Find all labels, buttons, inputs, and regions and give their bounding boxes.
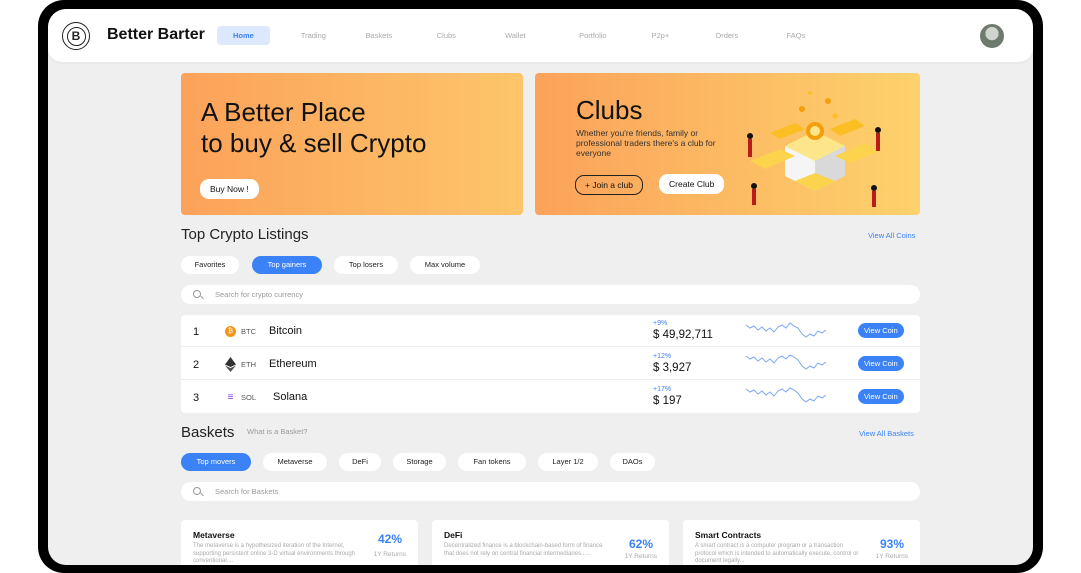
nav-item-faqs[interactable]: FAQs bbox=[780, 31, 812, 40]
coin-name-cell: Ethereum bbox=[269, 358, 317, 370]
table-row[interactable]: 3 ≡ SOL Solana +17% $ 197 View Coin bbox=[181, 381, 920, 413]
create-club-button[interactable]: Create Club bbox=[659, 174, 725, 194]
basket-card-metaverse[interactable]: Metaverse The metaverse is a hypothesize… bbox=[181, 520, 418, 565]
clubs-illustration-icon bbox=[747, 91, 881, 207]
sparkline-chart-icon bbox=[746, 354, 826, 370]
change-cell: +9% bbox=[653, 320, 668, 327]
basket-search[interactable]: Search for Baskets bbox=[181, 482, 920, 501]
rank-cell: 3 bbox=[193, 392, 200, 404]
basket-card-defi[interactable]: DeFi Decentralized finance is a blockcha… bbox=[432, 520, 669, 565]
nav-item-trading[interactable]: Trading bbox=[270, 31, 357, 40]
coin-name-cell: Solana bbox=[273, 391, 308, 403]
card-title: DeFi bbox=[444, 530, 463, 540]
card-returns-label: 1Y Returns bbox=[373, 551, 406, 558]
view-all-baskets-link[interactable]: View All Baskets bbox=[859, 429, 914, 438]
card-returns-label: 1Y Returns bbox=[875, 553, 908, 560]
logo-icon[interactable]: B bbox=[62, 22, 90, 50]
app-screen: B Better Barter Home Trading Baskets Clu… bbox=[48, 9, 1033, 565]
nav-item-clubs[interactable]: Clubs bbox=[401, 31, 492, 40]
search-icon bbox=[193, 487, 201, 495]
nav-item-home[interactable]: Home bbox=[217, 26, 270, 45]
symbol-cell: ETH bbox=[241, 360, 256, 369]
hero-title: A Better Place to buy & sell Crypto bbox=[201, 97, 501, 159]
card-description: Decentralized finance is a blockchain-ba… bbox=[444, 543, 603, 557]
card-title: Smart Contracts bbox=[695, 530, 762, 540]
top-navbar: B Better Barter Home Trading Baskets Clu… bbox=[48, 9, 1033, 62]
hero-banner: A Better Place to buy & sell Crypto Buy … bbox=[181, 73, 523, 215]
main-menu: Home Trading Baskets Clubs Wallet Portfo… bbox=[217, 26, 812, 45]
filter-favorites[interactable]: Favorites bbox=[181, 256, 239, 274]
baskets-title: Baskets bbox=[181, 424, 235, 441]
listings-title: Top Crypto Listings bbox=[181, 226, 309, 243]
card-returns-percent: 42% bbox=[377, 532, 402, 546]
rank-cell: 2 bbox=[193, 359, 200, 371]
view-all-coins-link[interactable]: View All Coins bbox=[868, 231, 915, 240]
basket-card-smart-contracts[interactable]: Smart Contracts A smart contract is a co… bbox=[683, 520, 920, 565]
coin-name-cell: Bitcoin bbox=[269, 325, 303, 337]
filter-fan-tokens[interactable]: Fan tokens bbox=[458, 453, 526, 471]
clubs-title: Clubs bbox=[576, 95, 643, 125]
price-cell: $ 3,927 bbox=[653, 362, 692, 374]
join-club-button[interactable]: + Join a club bbox=[575, 175, 643, 195]
price-cell: $ 197 bbox=[653, 395, 682, 407]
card-description: The metaverse is a hypothesized iteratio… bbox=[193, 543, 356, 564]
filter-top-losers[interactable]: Top losers bbox=[334, 256, 398, 274]
search-icon bbox=[193, 290, 201, 298]
nav-item-orders[interactable]: Orders bbox=[674, 31, 780, 40]
symbol-cell: BTC bbox=[241, 327, 256, 336]
rank-cell: 1 bbox=[193, 326, 200, 338]
crypto-search[interactable]: Search for crypto currency bbox=[181, 285, 920, 304]
change-cell: +12% bbox=[653, 353, 672, 360]
filter-top-movers[interactable]: Top movers bbox=[181, 453, 251, 471]
card-returns-label: 1Y Returns bbox=[624, 553, 657, 560]
sparkline-chart-icon bbox=[746, 322, 826, 338]
card-returns-percent: 93% bbox=[879, 537, 904, 551]
brand-name[interactable]: Better Barter bbox=[107, 26, 205, 44]
symbol-cell: SOL bbox=[241, 393, 257, 402]
device-frame: B Better Barter Home Trading Baskets Clu… bbox=[38, 0, 1043, 573]
table-row[interactable]: 2 ETH Ethereum +12% $ 3,927 View Coin bbox=[181, 348, 920, 380]
price-cell: $ 49,92,711 bbox=[653, 329, 713, 341]
buy-now-button[interactable]: Buy Now ! bbox=[200, 179, 259, 199]
solana-icon: ≡ bbox=[227, 392, 234, 403]
table-row[interactable]: 1 ₿ BTC Bitcoin +9% $ 49,92,711 View Coi… bbox=[181, 315, 920, 347]
user-avatar[interactable] bbox=[980, 24, 1004, 48]
hero-title-line2: to buy & sell Crypto bbox=[201, 128, 427, 158]
what-is-basket-link[interactable]: What is a Basket? bbox=[247, 427, 307, 436]
clubs-description: Whether you're friends, family or profes… bbox=[576, 128, 716, 158]
view-coin-button[interactable]: View Coin bbox=[858, 323, 904, 338]
logo-letter: B bbox=[66, 26, 86, 46]
nav-item-portfolio[interactable]: Portfolio bbox=[539, 31, 647, 40]
crypto-search-input[interactable]: Search for crypto currency bbox=[215, 290, 303, 299]
hero-title-line1: A Better Place bbox=[201, 97, 366, 127]
basket-search-input[interactable]: Search for Baskets bbox=[215, 487, 278, 496]
bitcoin-icon: ₿ bbox=[225, 326, 236, 337]
filter-defi[interactable]: DeFi bbox=[339, 453, 381, 471]
nav-item-baskets[interactable]: Baskets bbox=[357, 31, 401, 40]
ethereum-icon bbox=[225, 357, 236, 372]
filter-layer-1-2[interactable]: Layer 1/2 bbox=[538, 453, 598, 471]
card-returns-percent: 62% bbox=[628, 537, 653, 551]
view-coin-button[interactable]: View Coin bbox=[858, 389, 904, 404]
card-title: Metaverse bbox=[193, 530, 235, 540]
nav-item-p2p[interactable]: P2p+ bbox=[647, 31, 674, 40]
filter-metaverse[interactable]: Metaverse bbox=[263, 453, 327, 471]
crypto-table: 1 ₿ BTC Bitcoin +9% $ 49,92,711 View Coi… bbox=[181, 315, 920, 413]
filter-daos[interactable]: DAOs bbox=[610, 453, 655, 471]
view-coin-button[interactable]: View Coin bbox=[858, 356, 904, 371]
change-cell: +17% bbox=[653, 386, 672, 393]
filter-top-gainers[interactable]: Top gainers bbox=[252, 256, 322, 274]
nav-item-wallet[interactable]: Wallet bbox=[492, 31, 539, 40]
filter-storage[interactable]: Storage bbox=[393, 453, 446, 471]
sparkline-chart-icon bbox=[746, 387, 826, 403]
filter-max-volume[interactable]: Max volume bbox=[410, 256, 480, 274]
clubs-banner: Clubs Whether you're friends, family or … bbox=[535, 73, 920, 215]
card-description: A smart contract is a computer program o… bbox=[695, 543, 859, 564]
